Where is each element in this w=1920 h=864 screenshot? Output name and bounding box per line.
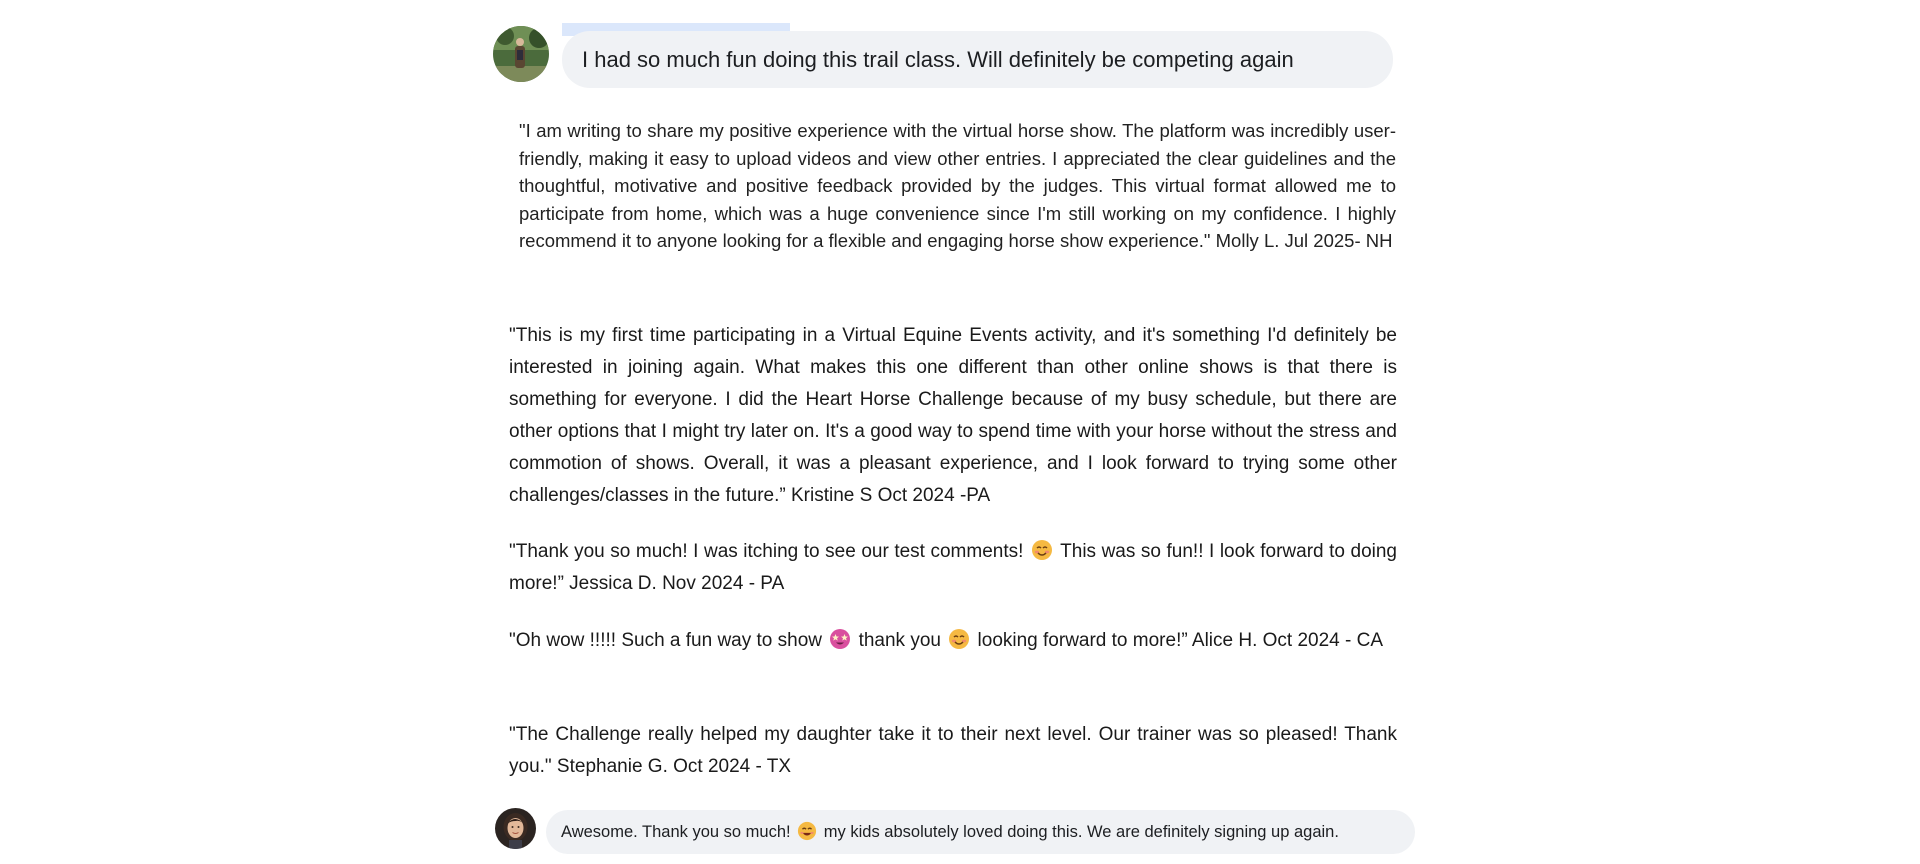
testimonial-kristine: "This is my first time participating in … xyxy=(509,325,1397,506)
testimonial-text: "Oh wow !!!!! Such a fun way to show xyxy=(509,630,822,651)
commenter-avatar[interactable] xyxy=(493,26,549,82)
comment-text: my kids absolutely loved doing this. We … xyxy=(823,823,1339,841)
smiling-face-icon xyxy=(1031,539,1053,561)
grinning-face-icon xyxy=(797,821,817,841)
comment-text: I had so much fun doing this trail class… xyxy=(582,47,1294,72)
testimonial-molly: "I am writing to share my positive exper… xyxy=(519,120,1396,252)
star-struck-face-icon xyxy=(829,628,851,650)
testimonial-text: "Thank you so much! I was itching to see… xyxy=(509,541,1024,562)
comment-bubble[interactable]: Awesome. Thank you so much! my kids abso… xyxy=(546,810,1415,854)
testimonials-page: I had so much fun doing this trail class… xyxy=(0,0,1920,864)
testimonial-stephanie: "The Challenge really helped my daughter… xyxy=(509,724,1397,777)
comment-bubble[interactable]: I had so much fun doing this trail class… xyxy=(562,31,1393,88)
testimonial-text: thank you xyxy=(858,630,941,651)
smiling-face-icon xyxy=(948,628,970,650)
testimonial-jessica: "Thank you so much! I was itching to see… xyxy=(509,536,1397,600)
testimonial-text: looking forward to more!” Alice H. Oct 2… xyxy=(977,630,1384,651)
woman-portrait-icon xyxy=(495,808,536,849)
commenter-avatar[interactable] xyxy=(495,808,536,849)
testimonial-alice: "Oh wow !!!!! Such a fun way to show tha… xyxy=(509,625,1397,657)
comment-text: Awesome. Thank you so much! xyxy=(561,823,791,841)
rider-on-horse-icon xyxy=(493,26,549,82)
